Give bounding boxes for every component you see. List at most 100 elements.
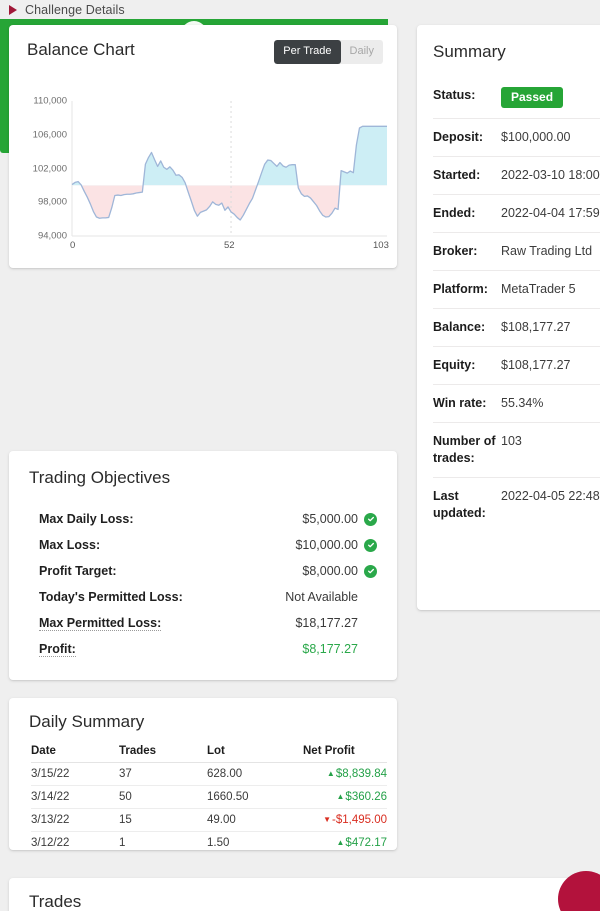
- trading-objectives-card: Trading Objectives Max Daily Loss: $5,000…: [9, 451, 397, 680]
- balance-chart-plot: 94,000 98,000 102,000 106,000 110,000 0 52 103: [9, 93, 397, 268]
- daily-summary-title: Daily Summary: [29, 712, 145, 731]
- cell-net-profit: ▼-$1,495.00: [303, 808, 387, 832]
- check-circle-icon: [364, 512, 377, 526]
- summary-key: Platform:: [433, 282, 488, 296]
- objective-label: Max Loss:: [39, 538, 101, 552]
- summary-key: Balance:: [433, 320, 486, 334]
- chart-mode-toggle[interactable]: Per Trade Daily: [274, 40, 383, 64]
- triangle-right-icon: [9, 4, 17, 15]
- y-axis-tick: 106,000: [32, 129, 67, 141]
- summary-row: Balance: $108,177.27: [433, 308, 600, 346]
- table-row: 3/14/22 50 1660.50 ▲$360.26: [31, 785, 388, 809]
- summary-row: Started: 2022-03-10 18:00: [433, 156, 600, 194]
- summary-value: $108,177.27: [501, 358, 571, 372]
- cell-trades: 37: [119, 762, 207, 786]
- cell-trades: 1: [119, 837, 126, 849]
- arrow-up-icon: ▲: [336, 792, 345, 801]
- breadcrumb-label: Challenge Details: [25, 2, 125, 17]
- tab-daily[interactable]: Daily: [341, 40, 383, 64]
- column-header: Net Profit: [303, 741, 387, 763]
- objective-row: Max Daily Loss: $5,000.00: [39, 506, 377, 532]
- objective-row: Profit: $8,177.27: [39, 636, 377, 662]
- summary-list: Status: Passed Deposit: $100,000.00 Started:…: [433, 77, 600, 532]
- chat-help-icon[interactable]: [558, 871, 600, 911]
- cell-lot: 1.50: [207, 837, 230, 849]
- summary-key: Started:: [433, 168, 481, 182]
- summary-card: Summary Status: Passed Deposit: $100,000.00…: [417, 25, 600, 610]
- objective-value: $5,000.00: [302, 512, 358, 526]
- summary-key: Win rate:: [433, 396, 487, 410]
- column-header: Date: [31, 741, 119, 763]
- summary-value: 103: [501, 434, 522, 448]
- balance-chart-header: Balance Chart Per Trade Daily: [9, 25, 397, 64]
- summary-value: 55.34%: [501, 396, 544, 410]
- cell-date: 3/12/22: [31, 837, 70, 849]
- summary-row: Broker: Raw Trading Ltd: [433, 232, 600, 270]
- summary-key: Deposit:: [433, 130, 483, 144]
- objective-value: $8,000.00: [302, 564, 358, 578]
- y-axis-tick: 94,000: [37, 230, 67, 242]
- objective-label: Profit:: [39, 641, 76, 657]
- check-circle-icon: [364, 564, 377, 578]
- objective-value: $8,177.27: [302, 642, 358, 656]
- net-profit-value: ▲$360.26: [336, 791, 388, 803]
- arrow-down-icon: ▼: [323, 815, 331, 824]
- summary-row: Deposit: $100,000.00: [433, 118, 600, 156]
- summary-value: 2022-03-10 18:00: [501, 168, 600, 182]
- y-axis-tick: 110,000: [33, 95, 67, 107]
- net-profit-value: ▲$472.17: [336, 837, 388, 849]
- cell-date: 3/15/22: [31, 762, 119, 786]
- summary-value: $100,000.00: [501, 130, 571, 144]
- summary-value: MetaTrader 5: [501, 282, 576, 296]
- cell-lot: 628.00: [207, 762, 303, 786]
- trading-objectives-list: Max Daily Loss: $5,000.00 Max Loss: $10,000…: [39, 506, 377, 662]
- summary-row: Status: Passed: [433, 77, 600, 118]
- summary-title: Summary: [433, 42, 506, 61]
- trades-title: Trades: [29, 892, 82, 911]
- cell-net-profit: ▲$472.17: [303, 832, 388, 855]
- summary-value: Passed: [501, 87, 564, 108]
- objective-label: Profit Target:: [39, 564, 117, 578]
- balance-chart-title: Balance Chart: [27, 40, 135, 59]
- table-row: 3/12/22 1 1.50 ▲$472.17: [31, 832, 387, 855]
- breadcrumb[interactable]: Challenge Details: [0, 0, 600, 19]
- y-axis-tick: 102,000: [32, 163, 67, 174]
- summary-value: 2022-04-05 22:48: [501, 489, 600, 503]
- daily-summary-card: Daily Summary Date Trades Lot Net Profit 3/…: [9, 698, 397, 850]
- table-row: 3/13/22 15 49.00 ▼-$1,495.00: [31, 808, 387, 832]
- net-profit-value: ▲$8,839.84: [326, 768, 387, 780]
- summary-key: Equity:: [433, 358, 476, 372]
- daily-summary-table: Date Trades Lot Net Profit 3/15/22 37 628.00 ▲…: [31, 741, 387, 854]
- objective-row: Profit Target: $8,000.00: [39, 558, 377, 584]
- objective-row: Today's Permitted Loss: Not Available: [39, 584, 377, 610]
- summary-key: Last updated:: [433, 489, 486, 520]
- x-axis-tick: 103: [373, 240, 389, 251]
- summary-value: Raw Trading Ltd: [501, 244, 593, 258]
- cell-lot: 49.00: [207, 808, 303, 832]
- trades-card: Trades: [9, 878, 591, 911]
- objective-label: Max Permitted Loss:: [39, 615, 162, 631]
- summary-value: 2022-04-04 17:59: [501, 206, 600, 220]
- table-header-row: Date Trades Lot Net Profit: [31, 741, 387, 763]
- objective-value: Not Available: [285, 590, 358, 604]
- objective-label: Today's Permitted Loss:: [39, 590, 183, 604]
- arrow-up-icon: ▲: [326, 769, 335, 778]
- tab-per-trade[interactable]: Per Trade: [274, 40, 341, 64]
- summary-row: Last updated: 2022-04-05 22:48: [433, 477, 600, 532]
- cell-trades: 50: [119, 785, 207, 809]
- net-profit-value: ▼-$1,495.00: [323, 814, 387, 826]
- objective-row: Max Loss: $10,000.00: [39, 532, 377, 558]
- summary-row: Platform: MetaTrader 5: [433, 270, 600, 308]
- column-header: Lot: [207, 741, 303, 763]
- cell-lot: 1660.50: [207, 785, 303, 809]
- summary-key: Ended:: [433, 206, 476, 220]
- balance-chart-card: Balance Chart Per Trade Daily 94,000 98,0…: [9, 25, 397, 268]
- cell-date: 3/14/22: [31, 785, 119, 809]
- objective-value: $10,000.00: [295, 538, 358, 552]
- summary-row: Win rate: 55.34%: [433, 384, 600, 422]
- challenge-details-page: Challenge Details Balance Chart Per Trad…: [0, 0, 600, 911]
- summary-row: Number of trades: 103: [433, 422, 600, 477]
- table-body: 3/15/22 37 628.00 ▲$8,839.84 3/14/22 50 1660.5…: [31, 762, 388, 855]
- summary-key: Broker:: [433, 244, 478, 258]
- check-circle-icon: [364, 538, 377, 552]
